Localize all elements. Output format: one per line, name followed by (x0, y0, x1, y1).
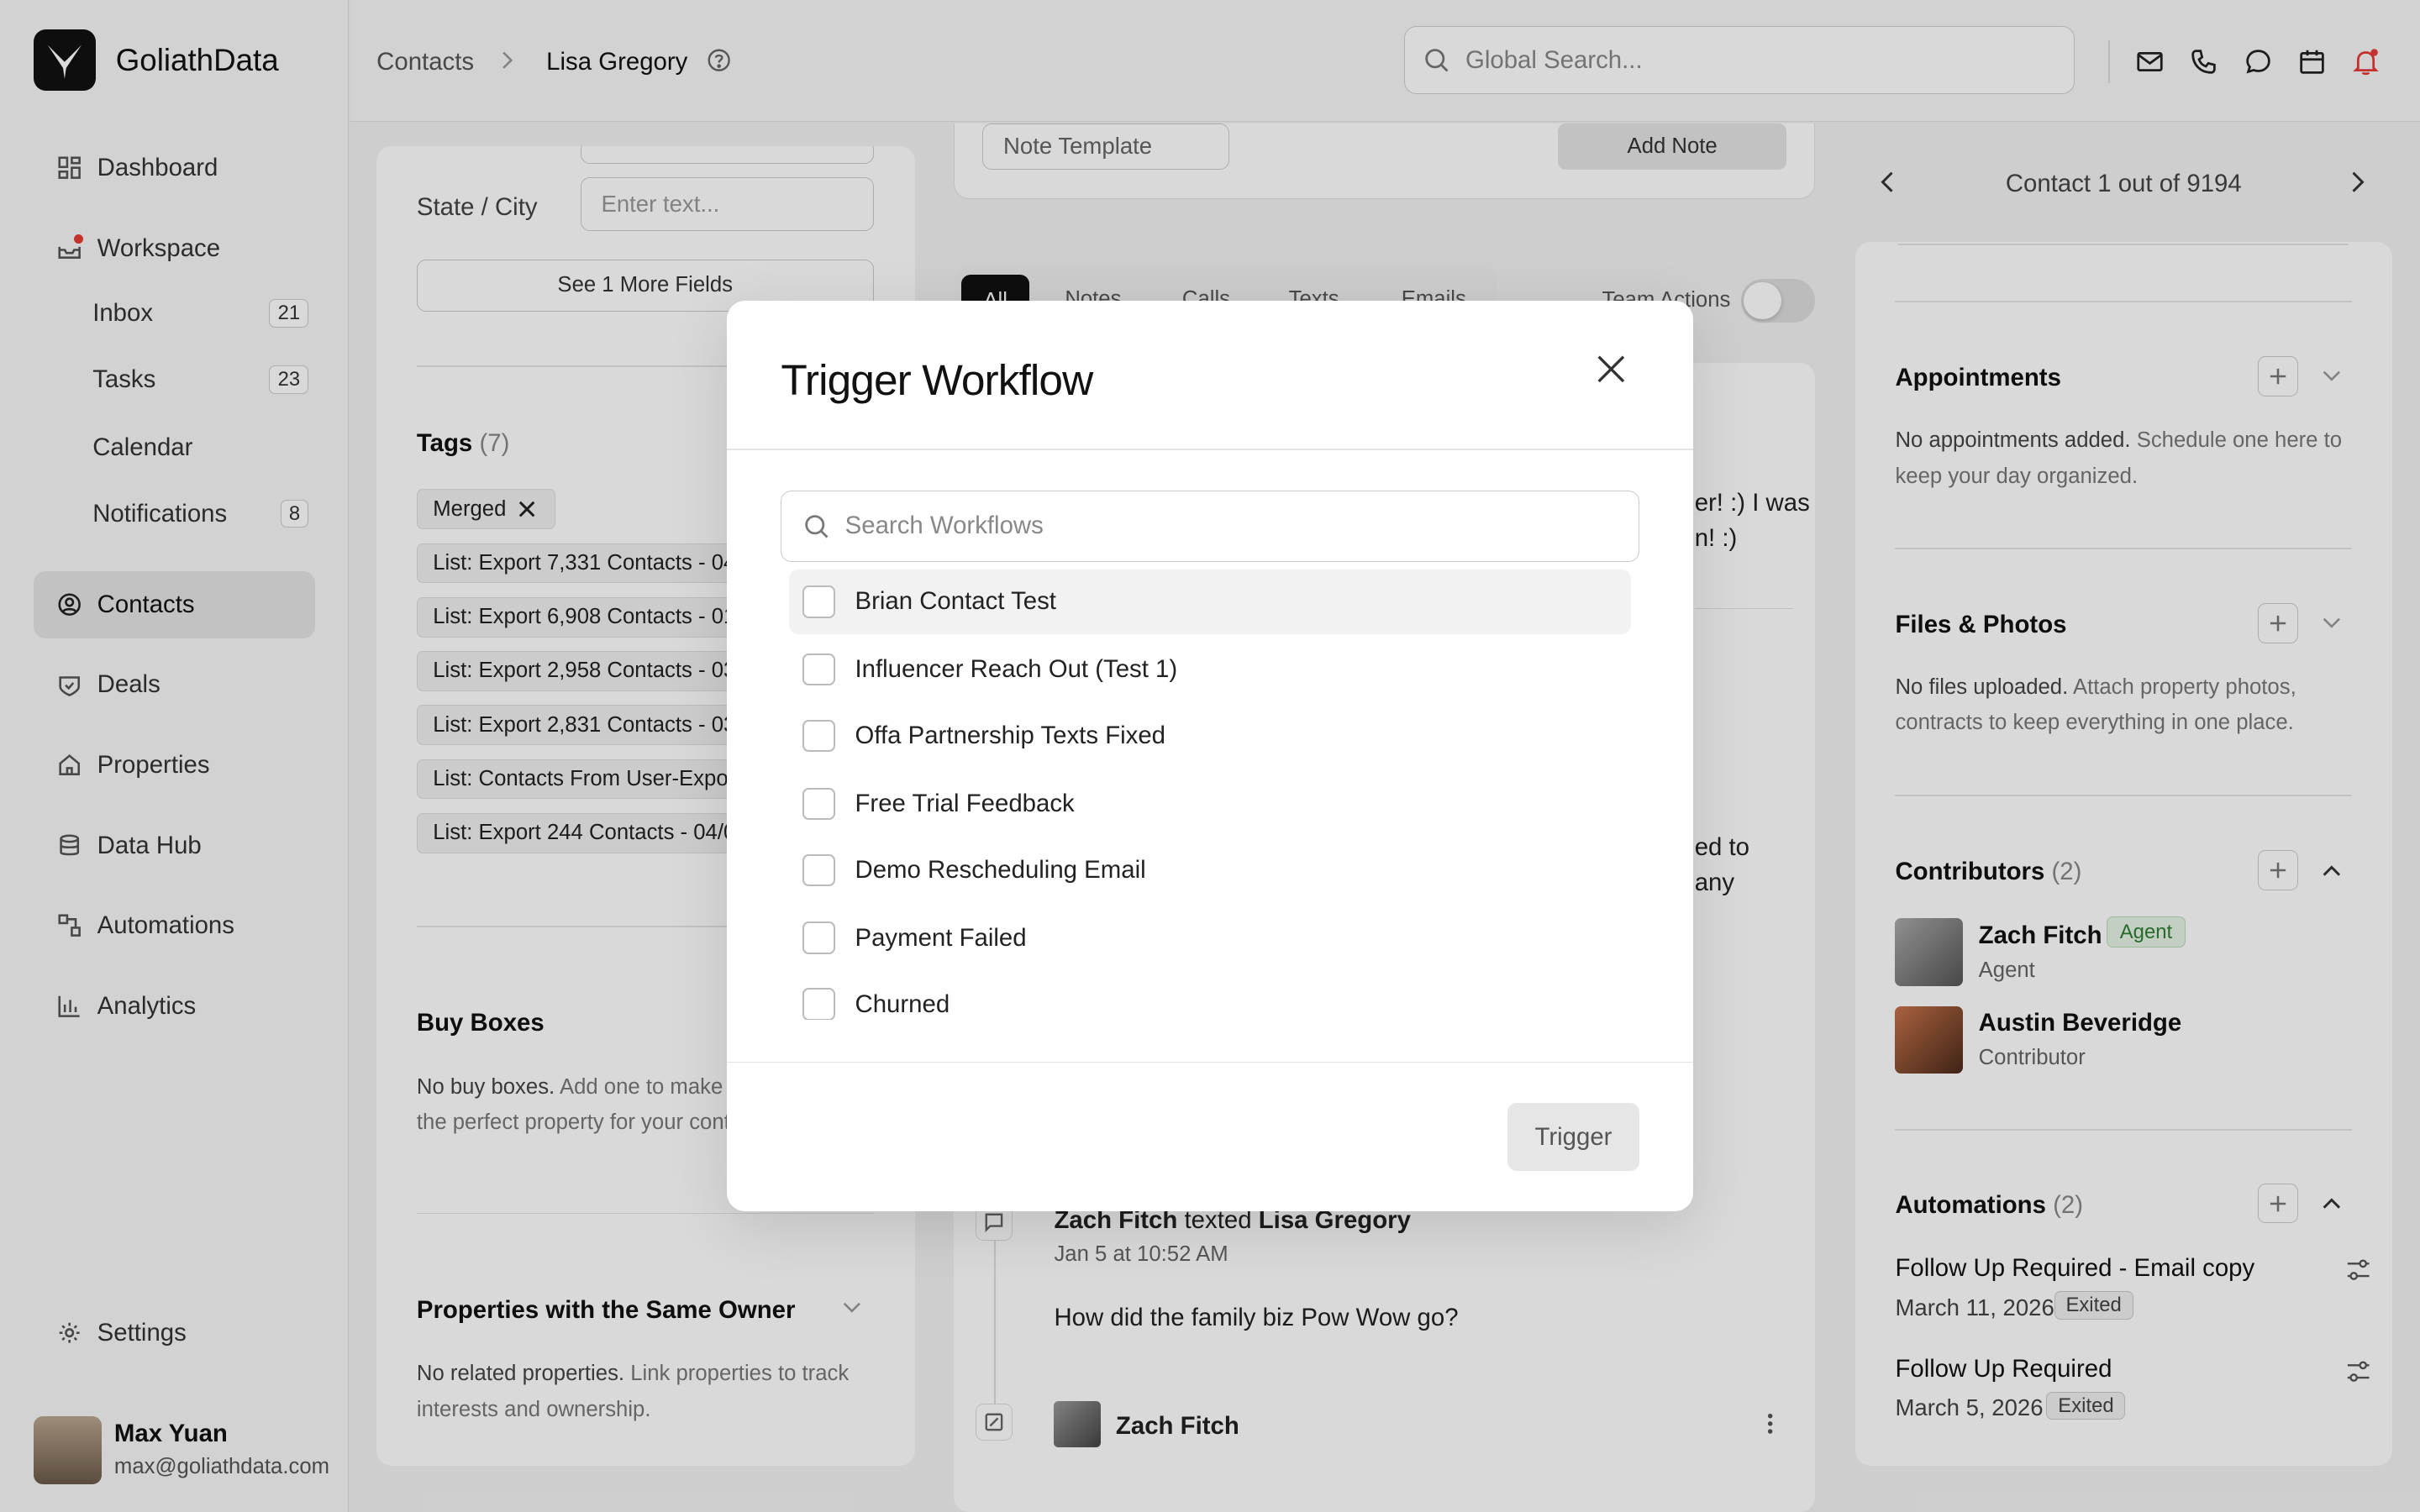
workflow-option[interactable]: Payment Failed (789, 906, 1632, 970)
workflow-list: Brian Contact Test Influencer Reach Out … (727, 566, 1693, 1021)
workflow-checkbox[interactable] (802, 787, 835, 821)
modal-title: Trigger Workflow (781, 355, 1093, 405)
workflow-option[interactable]: Brian Contact Test (788, 569, 1632, 634)
trigger-workflow-modal: Trigger Workflow Search Workflows Brian … (727, 301, 1693, 1211)
search-icon (803, 513, 829, 539)
workflow-checkbox[interactable] (802, 719, 835, 753)
workflow-option[interactable]: Churned (789, 972, 1632, 1021)
close-icon[interactable] (1592, 350, 1629, 387)
workflow-checkbox[interactable] (802, 653, 835, 686)
workflow-checkbox[interactable] (802, 921, 835, 954)
workflow-search-input[interactable]: Search Workflows (781, 491, 1639, 562)
workflow-option[interactable]: Influencer Reach Out (Test 1) (789, 638, 1632, 702)
workflow-checkbox[interactable] (802, 853, 835, 887)
divider (727, 1061, 1693, 1063)
workflow-option[interactable]: Demo Rescheduling Email (789, 837, 1632, 902)
divider (727, 449, 1693, 451)
trigger-button[interactable]: Trigger (1507, 1103, 1639, 1172)
workflow-option[interactable]: Free Trial Feedback (789, 771, 1632, 836)
workflow-checkbox[interactable] (802, 585, 835, 618)
workflow-option[interactable]: Offa Partnership Texts Fixed (789, 704, 1632, 769)
workflow-checkbox[interactable] (802, 988, 835, 1021)
